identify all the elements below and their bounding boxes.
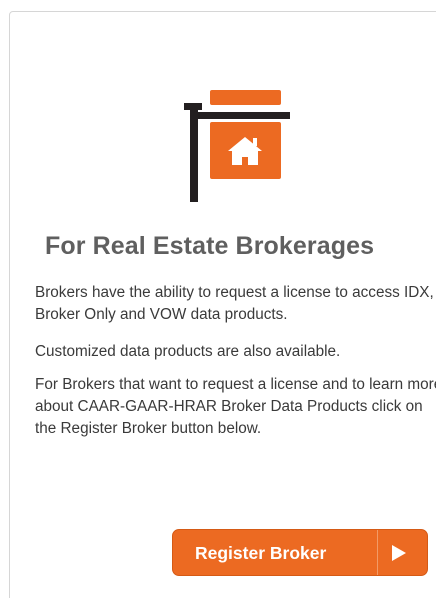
register-broker-label: Register Broker — [195, 543, 327, 563]
real-estate-sign-icon — [184, 90, 290, 202]
license-description: Brokers have the ability to request a li… — [35, 284, 434, 323]
play-arrow-icon — [392, 545, 406, 561]
register-broker-button[interactable]: Register Broker — [172, 529, 428, 576]
customized-products-note: Customized data products are also availa… — [35, 343, 341, 360]
button-divider — [377, 530, 378, 575]
brokerage-card: For Real Estate Brokerages Brokers have … — [9, 11, 436, 598]
card-title: For Real Estate Brokerages — [45, 232, 375, 260]
register-instructions: For Brokers that want to request a licen… — [35, 376, 436, 437]
